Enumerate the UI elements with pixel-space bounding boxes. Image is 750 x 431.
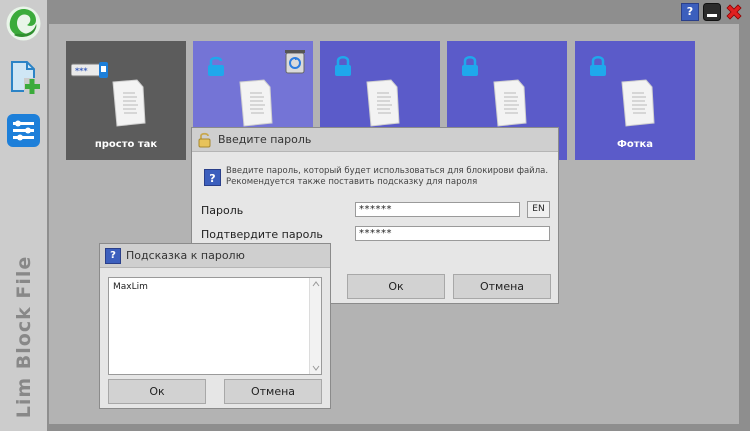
cancel-button[interactable]: Отмена <box>453 274 551 299</box>
scroll-up-icon[interactable] <box>312 281 320 287</box>
lock-icon <box>590 56 606 76</box>
scrollbar[interactable] <box>309 278 321 374</box>
sidebar: Lim Block File <box>0 0 47 431</box>
document-icon <box>239 79 273 127</box>
hint-ok-button[interactable]: Ок <box>108 379 206 404</box>
lock-icon <box>462 56 478 76</box>
password-label: Пароль <box>201 204 244 217</box>
file-tile[interactable]: *** просто так <box>66 41 186 160</box>
app-window: Lim Block File ? *** просто так Фотка Вв… <box>0 0 750 431</box>
tile-label: Фотка <box>616 139 654 150</box>
close-button[interactable] <box>725 3 743 21</box>
info-text: Введите пароль, который будет использова… <box>226 166 549 187</box>
dialog-title: Подсказка к паролю <box>126 249 245 262</box>
info-icon: ? <box>204 169 221 186</box>
document-icon <box>112 79 146 127</box>
settings-sliders-icon <box>7 114 40 147</box>
add-file-button[interactable] <box>5 58 42 95</box>
tile-label: просто так <box>94 139 158 150</box>
settings-button[interactable] <box>5 112 42 149</box>
hint-dialog: ? Подсказка к паролю MaxLim Ок Отмена <box>99 243 331 409</box>
lock-open-icon <box>208 56 224 76</box>
trash-icon[interactable] <box>283 47 307 75</box>
close-icon <box>726 4 742 20</box>
password-dialog-titlebar[interactable]: Введите пароль <box>192 128 558 152</box>
minimize-button[interactable] <box>703 3 721 21</box>
logo-icon[interactable] <box>5 5 42 42</box>
hint-textarea[interactable]: MaxLim <box>108 277 322 375</box>
document-icon <box>621 79 655 127</box>
hint-dialog-titlebar[interactable]: ? Подсказка к паролю <box>100 244 330 268</box>
app-title: Lim Block File <box>12 255 35 419</box>
key-password-icon: *** <box>71 62 108 78</box>
language-button[interactable]: EN <box>527 201 550 218</box>
svg-text:***: *** <box>75 67 88 76</box>
document-icon <box>493 79 527 127</box>
lock-open-icon <box>198 132 211 148</box>
document-icon <box>366 79 400 127</box>
lock-icon <box>335 56 351 76</box>
ok-button[interactable]: Ок <box>347 274 445 299</box>
dialog-title: Введите пароль <box>218 133 312 146</box>
minimize-icon <box>703 3 721 21</box>
confirm-password-label: Подтвердите пароль <box>201 228 323 241</box>
file-tile[interactable]: Фотка <box>575 41 695 160</box>
hint-cancel-button[interactable]: Отмена <box>224 379 322 404</box>
password-field[interactable]: ****** <box>355 202 520 217</box>
confirm-password-field[interactable]: ****** <box>355 226 550 241</box>
add-file-icon <box>11 61 40 94</box>
help-icon: ? <box>105 248 121 264</box>
scroll-down-icon[interactable] <box>312 365 320 371</box>
help-button[interactable]: ? <box>681 3 699 21</box>
